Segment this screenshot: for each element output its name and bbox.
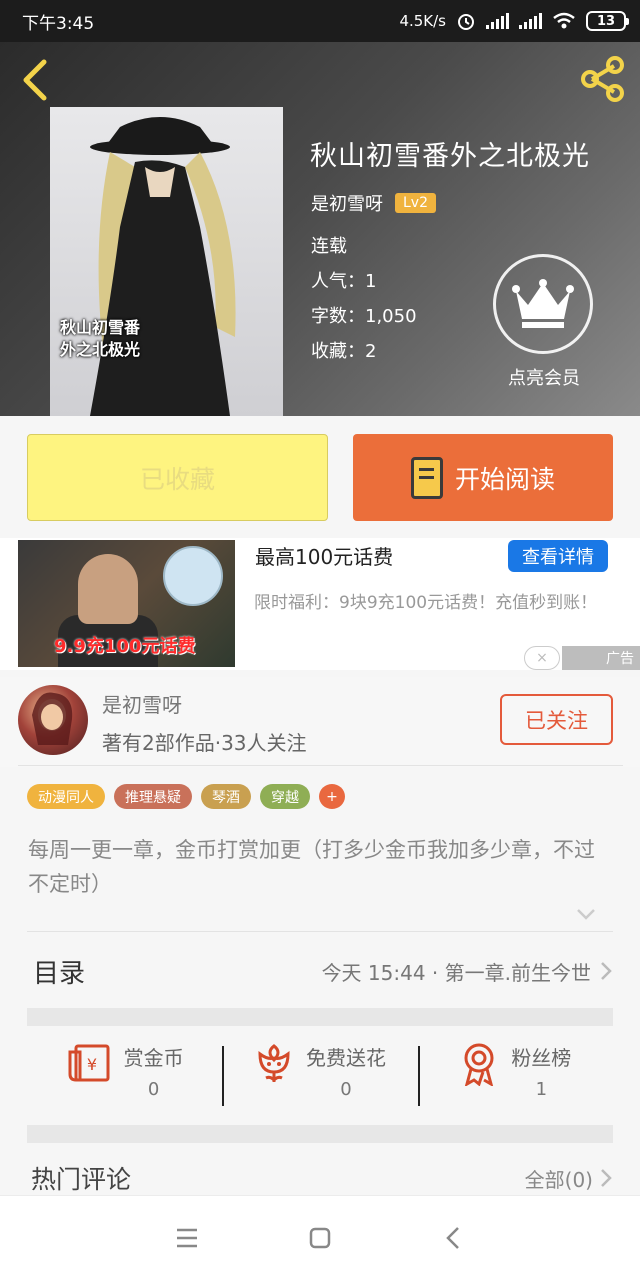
chevron-down-icon[interactable] — [575, 903, 597, 925]
send-flower-button[interactable]: 免费送花 0 — [222, 1026, 417, 1126]
fan-ranking-label: 粉丝榜 — [511, 1046, 572, 1070]
tag-list: 动漫同人 推理悬疑 琴酒 穿越 + — [27, 784, 345, 809]
status-bar: 下午3:45 4.5K/s 13 — [0, 0, 640, 42]
cover-title-text: 秋山初雪番 外之北极光 — [60, 318, 141, 359]
back-triangle-icon — [446, 1227, 460, 1249]
book-favorites: 收藏：2 — [311, 341, 377, 362]
wifi-icon — [553, 12, 575, 29]
book-word-count: 字数：1,050 — [311, 306, 417, 327]
ad-image-text: 9.9充100元话费 — [54, 636, 196, 657]
vip-button[interactable]: 点亮会员 — [493, 254, 595, 390]
fan-ranking-button[interactable]: 粉丝榜 1 — [417, 1026, 613, 1126]
book-popularity: 人气：1 — [311, 271, 377, 292]
book-title: 秋山初雪番外之北极光 — [310, 141, 590, 172]
all-comments-link[interactable]: 全部(0) — [525, 1164, 613, 1193]
start-reading-button[interactable]: 开始阅读 — [353, 434, 613, 521]
reward-coins-count: 0 — [147, 1079, 160, 1100]
share-icon[interactable] — [578, 54, 628, 104]
crown-icon — [493, 254, 593, 354]
avatar[interactable] — [18, 685, 88, 755]
flower-icon — [258, 1044, 290, 1083]
ad-title: 最高100元话费 — [255, 545, 394, 569]
ad-banner[interactable]: 9.9充100元话费 最高100元话费 查看详情 限时福利：9块9充100元话费… — [0, 538, 640, 670]
book-header: 秋山初雪番 外之北极光 秋山初雪番外之北极光 是初雪呀 Lv2 连载 人气：1 … — [0, 42, 640, 416]
chevron-right-icon — [601, 962, 612, 980]
book-icon — [410, 456, 443, 499]
back-arrow-icon[interactable] — [16, 56, 56, 104]
send-flower-count: 0 — [340, 1079, 352, 1100]
table-of-contents-row[interactable]: 目录 今天 15:44 · 第一章.前生今世 — [27, 940, 613, 1002]
battery-icon: 13 — [586, 11, 629, 31]
collected-button[interactable]: 已收藏 — [27, 434, 328, 521]
reward-coins-label: 赏金币 — [123, 1046, 184, 1070]
status-time: 下午3:45 — [22, 13, 95, 34]
ad-image-person-face — [78, 554, 138, 624]
toc-latest: 今天 15:44 · 第一章.前生今世 — [322, 957, 613, 986]
reward-coins-button[interactable]: ¥ 赏金币 0 — [27, 1026, 222, 1126]
alarm-icon — [458, 14, 474, 30]
author-card-stats: 著有2部作品·33人关注 — [102, 731, 307, 755]
level-badge: Lv2 — [395, 193, 436, 213]
signal-icon — [486, 13, 509, 29]
follow-button[interactable]: 已关注 — [500, 694, 613, 745]
home-nav-button[interactable] — [300, 1218, 340, 1258]
cover-illustration — [90, 117, 236, 416]
author-row: 是初雪呀 Lv2 — [311, 190, 436, 216]
menu-icon — [176, 1228, 197, 1248]
tag-gin[interactable]: 琴酒 — [201, 784, 251, 809]
hot-comments-row[interactable]: 热门评论 全部(0) — [27, 1158, 613, 1198]
section-separator — [27, 1125, 613, 1143]
author-card: 是初雪呀 著有2部作品·33人关注 已关注 — [0, 677, 640, 767]
fan-ranking-count: 1 — [535, 1079, 548, 1100]
menu-nav-button[interactable] — [167, 1218, 207, 1258]
all-comments-label: 全部(0) — [524, 1167, 593, 1192]
book-cover[interactable]: 秋山初雪番 外之北极光 — [50, 107, 283, 416]
ad-close-icon[interactable]: × — [524, 646, 560, 670]
net-speed: 4.5K/s — [399, 12, 446, 30]
book-description: 每周一更一章，金币打赏加更（打多少金币我加多少章，不过不定时） — [28, 838, 595, 896]
reward-bar: ¥ 赏金币 0 免费送花 0 粉丝榜 1 — [27, 1026, 613, 1126]
tag-more-button[interactable]: + — [319, 784, 345, 809]
svg-text:¥: ¥ — [87, 1055, 97, 1074]
tag-time-travel[interactable]: 穿越 — [260, 784, 310, 809]
ad-image[interactable]: 9.9充100元话费 — [18, 540, 235, 667]
book-status: 连载 — [311, 236, 347, 257]
tag-mystery[interactable]: 推理悬疑 — [114, 784, 192, 809]
signal-icon-2 — [519, 13, 542, 29]
ad-description: 限时福利：9块9充100元话费！充值秒到账！ — [254, 593, 598, 613]
ad-detail-button[interactable]: 查看详情 — [508, 540, 608, 572]
home-square-icon — [309, 1227, 331, 1249]
section-separator — [27, 1008, 613, 1026]
red-envelope-icon: ¥ — [68, 1044, 110, 1082]
author-card-name[interactable]: 是初雪呀 — [102, 689, 182, 718]
send-flower-label: 免费送花 — [305, 1046, 386, 1070]
collected-label: 已收藏 — [139, 464, 215, 494]
back-nav-button[interactable] — [433, 1218, 473, 1258]
vip-label: 点亮会员 — [508, 368, 580, 389]
tag-anime-fanfic[interactable]: 动漫同人 — [27, 784, 105, 809]
author-name[interactable]: 是初雪呀 — [311, 190, 383, 216]
toc-latest-chapter: 今天 15:44 · 第一章.前生今世 — [321, 960, 591, 985]
system-nav-bar — [0, 1195, 640, 1280]
ad-tag: 广告 — [562, 646, 640, 670]
status-icons: 4.5K/s 13 — [399, 11, 629, 31]
hot-comments-title: 热门评论 — [31, 1165, 132, 1194]
ad-image-phone — [163, 546, 223, 606]
medal-icon — [464, 1043, 494, 1086]
divider — [18, 765, 623, 766]
start-reading-label: 开始阅读 — [454, 464, 555, 494]
divider — [27, 931, 613, 932]
chevron-right-icon — [601, 1169, 612, 1187]
toc-label: 目录 — [33, 958, 86, 989]
